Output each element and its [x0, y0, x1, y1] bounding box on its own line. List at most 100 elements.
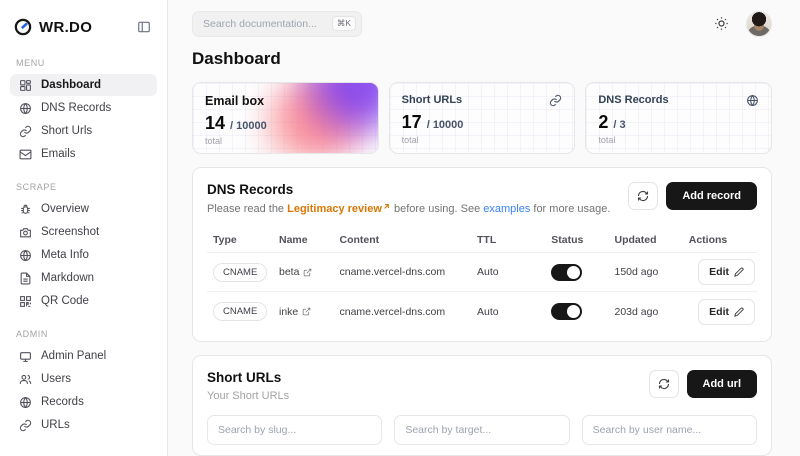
link-icon [18, 418, 32, 432]
table-row: CNAME beta cname.vercel-dns.com Auto 150… [207, 253, 757, 292]
stat-title: DNS Records [598, 94, 668, 106]
examples-link[interactable]: examples [483, 203, 530, 215]
refresh-icon [637, 190, 649, 202]
stat-value: 14 [205, 113, 225, 134]
table-row: CNAME inke cname.vercel-dns.com Auto 203… [207, 292, 757, 331]
record-ttl: Auto [471, 266, 545, 278]
col-type: Type [207, 234, 273, 246]
col-updated: Updated [609, 234, 683, 246]
dns-panel-title: DNS Records [207, 182, 628, 197]
add-record-button[interactable]: Add record [666, 182, 757, 210]
sidebar-item-markdown[interactable]: Markdown [10, 267, 157, 289]
sidebar-item-meta-info[interactable]: Meta Info [10, 244, 157, 266]
shortcut-badge: ⌘K [332, 16, 356, 31]
pencil-icon [734, 307, 744, 317]
sidebar-item-emails[interactable]: Emails [10, 143, 157, 165]
globe-icon [18, 101, 32, 115]
topbar: ⌘K [168, 0, 800, 47]
link-icon [549, 94, 562, 107]
sidebar-item-label: DNS Records [41, 102, 111, 114]
sidebar-item-short-urls[interactable]: Short Urls [10, 120, 157, 142]
add-url-button[interactable]: Add url [687, 370, 758, 398]
sidebar-item-label: Emails [41, 148, 76, 160]
refresh-button[interactable] [628, 182, 658, 210]
desc-text: for more usage. [530, 203, 610, 215]
brand: WR.DO [10, 18, 157, 42]
external-link-icon [303, 268, 312, 277]
search-by-slug-input[interactable] [207, 415, 382, 445]
content: Dashboard Email box 14 / 10000 total [168, 47, 800, 456]
stat-card-dns-records[interactable]: DNS Records 2 / 3 total [585, 82, 772, 154]
short-urls-subtitle: Your Short URLs [207, 390, 649, 402]
arrow-up-right-icon [382, 202, 391, 211]
sidebar-item-dashboard[interactable]: Dashboard [10, 74, 157, 96]
record-updated: 150d ago [609, 266, 683, 278]
qr-code-icon [18, 294, 32, 308]
stat-caption: total [205, 136, 366, 146]
legitimacy-review-link[interactable]: Legitimacy review [287, 203, 391, 215]
stat-cards: Email box 14 / 10000 total Short URLs 17 [192, 82, 772, 154]
stat-caption: total [598, 135, 759, 145]
sidebar-item-qr-code[interactable]: QR Code [10, 290, 157, 312]
sidebar-item-screenshot[interactable]: Screenshot [10, 221, 157, 243]
stat-card-short-urls[interactable]: Short URLs 17 / 10000 total [389, 82, 576, 154]
pencil-icon [734, 267, 744, 277]
sidebar-item-users[interactable]: Users [10, 368, 157, 390]
sidebar-item-label: Admin Panel [41, 350, 106, 362]
status-toggle[interactable] [551, 303, 582, 320]
sidebar-item-label: Records [41, 396, 84, 408]
sun-icon[interactable] [714, 16, 730, 32]
sidebar-item-urls[interactable]: URLs [10, 414, 157, 436]
record-content: cname.vercel-dns.com [334, 306, 472, 318]
sidebar: WR.DO MENU Dashboard DNS Records Short U… [0, 0, 168, 456]
stat-value: 2 [598, 112, 608, 133]
desc-text: before using. See [391, 203, 483, 215]
record-type-badge: CNAME [213, 263, 267, 282]
col-name: Name [273, 234, 334, 246]
sidebar-item-label: Users [41, 373, 71, 385]
sidebar-item-overview[interactable]: Overview [10, 198, 157, 220]
gauge-logo-icon [14, 18, 32, 36]
stat-limit: / 3 [613, 119, 625, 131]
dns-panel-description: Please read the Legitimacy review before… [207, 202, 628, 215]
dns-records-panel: DNS Records Please read the Legitimacy r… [192, 167, 772, 342]
camera-icon [18, 225, 32, 239]
user-avatar[interactable] [746, 11, 772, 37]
sidebar-item-admin-panel[interactable]: Admin Panel [10, 345, 157, 367]
sidebar-item-label: Screenshot [41, 226, 99, 238]
sidebar-item-dns-records[interactable]: DNS Records [10, 97, 157, 119]
col-ttl: TTL [471, 234, 545, 246]
refresh-button[interactable] [649, 370, 679, 398]
url-filters [207, 415, 757, 445]
brand-name: WR.DO [39, 19, 130, 36]
search-by-user-name-input[interactable] [582, 415, 757, 445]
monitor-icon [18, 349, 32, 363]
edit-button[interactable]: Edit [698, 299, 755, 325]
search-by-target-input[interactable] [394, 415, 569, 445]
desc-text: Please read the [207, 203, 287, 215]
topbar-right [714, 11, 772, 37]
sidebar-item-label: Meta Info [41, 249, 89, 261]
dns-table-header: Type Name Content TTL Status Updated Act… [207, 227, 757, 253]
short-urls-panel: Short URLs Your Short URLs Add url [192, 355, 772, 456]
stat-card-email-box[interactable]: Email box 14 / 10000 total [192, 82, 379, 154]
dns-table: Type Name Content TTL Status Updated Act… [207, 227, 757, 331]
sidebar-item-label: Short Urls [41, 125, 92, 137]
search-input[interactable] [203, 18, 326, 30]
short-urls-title: Short URLs [207, 370, 649, 385]
record-name-link[interactable]: inke [273, 306, 334, 318]
sidebar-item-records[interactable]: Records [10, 391, 157, 413]
record-type-badge: CNAME [213, 302, 267, 321]
record-name-link[interactable]: beta [273, 266, 334, 278]
col-actions: Actions [683, 234, 757, 246]
edit-button[interactable]: Edit [698, 259, 755, 285]
status-toggle[interactable] [551, 264, 582, 281]
globe-icon [18, 395, 32, 409]
stat-limit: / 10000 [427, 119, 464, 131]
users-icon [18, 372, 32, 386]
app-window: WR.DO MENU Dashboard DNS Records Short U… [0, 0, 800, 456]
search-box[interactable]: ⌘K [192, 11, 362, 37]
sidebar-collapse-icon[interactable] [137, 19, 153, 35]
external-link-icon [302, 307, 311, 316]
stat-value: 17 [402, 112, 422, 133]
